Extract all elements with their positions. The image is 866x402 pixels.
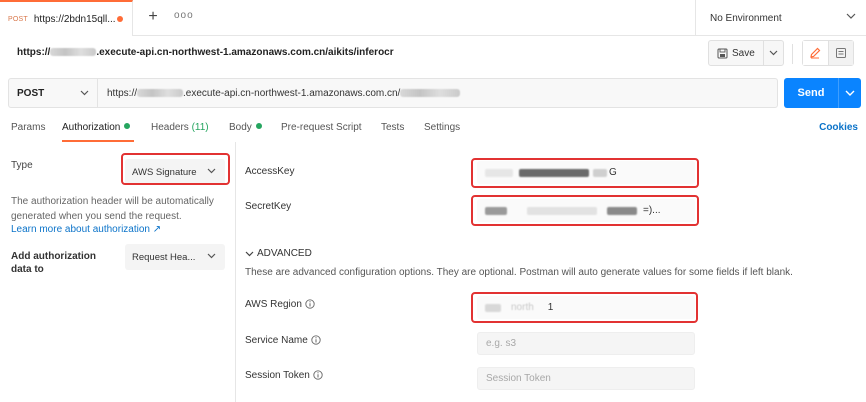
tab-authorization-label: Authorization bbox=[62, 122, 121, 133]
annotation-box-access-key bbox=[471, 158, 699, 188]
service-name-input[interactable]: e.g. s3 bbox=[477, 332, 695, 355]
service-name-label: Service Name bbox=[245, 335, 321, 346]
tab-params[interactable]: Params bbox=[11, 122, 45, 133]
redacted-path bbox=[400, 89, 461, 97]
more-tabs-button[interactable]: ooo bbox=[174, 10, 194, 21]
session-token-placeholder: Session Token bbox=[486, 373, 551, 384]
view-toggle bbox=[802, 40, 854, 66]
title-url-prefix: https:// bbox=[17, 47, 51, 58]
chevron-down-icon bbox=[846, 13, 856, 19]
tab-bar: POST https://2bdn15qll... + ooo No Envir… bbox=[0, 0, 866, 36]
request-title[interactable]: https:// .execute-api.cn-northwest-1.amaz… bbox=[17, 47, 394, 58]
type-label: Type bbox=[11, 160, 33, 171]
info-icon bbox=[305, 299, 315, 309]
save-options-button[interactable] bbox=[764, 50, 783, 56]
tab-url-label: https://2bdn15qll... bbox=[33, 13, 116, 25]
annotation-box-type bbox=[121, 153, 230, 185]
edit-view-button[interactable] bbox=[803, 41, 829, 65]
unsaved-dot-icon bbox=[117, 16, 123, 22]
advanced-description: These are advanced configuration options… bbox=[245, 267, 793, 278]
tab-method-label: POST bbox=[8, 15, 28, 23]
info-icon bbox=[311, 335, 321, 345]
save-button[interactable]: Save bbox=[709, 41, 764, 65]
url-middle: .execute-api.cn-northwest-1.amazonaws.co… bbox=[183, 87, 401, 99]
active-dot-icon bbox=[255, 123, 262, 129]
method-select[interactable]: POST bbox=[9, 79, 98, 107]
tab-headers-label: Headers bbox=[151, 122, 189, 133]
request-tab[interactable]: POST https://2bdn15qll... bbox=[0, 0, 133, 36]
advanced-toggle[interactable]: ADVANCED bbox=[245, 248, 312, 259]
session-token-label: Session Token bbox=[245, 370, 323, 381]
tab-body[interactable]: Body bbox=[229, 122, 262, 133]
tab-body-label: Body bbox=[229, 122, 252, 133]
request-title-row: https:// .execute-api.cn-northwest-1.amaz… bbox=[0, 36, 866, 72]
advanced-label: ADVANCED bbox=[257, 248, 312, 259]
tab-authorization[interactable]: Authorization bbox=[62, 122, 131, 133]
session-token-input[interactable]: Session Token bbox=[477, 367, 695, 390]
save-label: Save bbox=[732, 47, 755, 59]
new-tab-button[interactable]: + bbox=[146, 7, 160, 27]
service-name-text: Service Name bbox=[245, 335, 308, 346]
chevron-down-icon bbox=[245, 251, 254, 256]
save-icon bbox=[717, 48, 728, 58]
tab-prerequest-script[interactable]: Pre-request Script bbox=[281, 122, 362, 133]
document-icon bbox=[835, 48, 846, 58]
info-icon bbox=[313, 370, 323, 380]
redacted-host bbox=[137, 89, 184, 97]
send-button[interactable]: Send bbox=[784, 78, 839, 108]
environment-select[interactable]: No Environment bbox=[695, 0, 866, 36]
documentation-view-button[interactable] bbox=[828, 41, 853, 65]
add-auth-data-value: Request Hea... bbox=[132, 251, 196, 263]
send-options-button[interactable] bbox=[839, 78, 861, 108]
secret-key-label: SecretKey bbox=[245, 201, 292, 212]
headers-count: (11) bbox=[191, 122, 209, 133]
method-label: POST bbox=[17, 87, 45, 99]
access-key-label: AccessKey bbox=[245, 166, 295, 177]
active-dot-icon bbox=[124, 123, 131, 129]
chevron-down-icon bbox=[207, 253, 216, 259]
title-url-suffix: .execute-api.cn-northwest-1.amazonaws.co… bbox=[96, 47, 394, 58]
pencil-icon bbox=[810, 47, 821, 59]
chevron-down-icon bbox=[80, 90, 89, 96]
auth-description: The authorization header will be automat… bbox=[11, 196, 214, 222]
send-button-group: Send bbox=[784, 78, 861, 108]
add-auth-data-label: Add authorization data to bbox=[11, 251, 96, 275]
environment-label: No Environment bbox=[710, 12, 782, 24]
chevron-down-icon bbox=[845, 90, 855, 96]
cookies-link[interactable]: Cookies bbox=[819, 122, 858, 133]
session-token-text: Session Token bbox=[245, 370, 310, 381]
aws-region-text: AWS Region bbox=[245, 299, 302, 310]
tab-headers[interactable]: Headers (11) bbox=[151, 122, 209, 133]
aws-region-label: AWS Region bbox=[245, 299, 315, 310]
url-prefix: https:// bbox=[107, 87, 138, 99]
service-name-placeholder: e.g. s3 bbox=[486, 338, 517, 349]
request-tabs: Params Authorization Headers (11) Body P… bbox=[0, 116, 866, 142]
url-input[interactable]: https:// .execute-api.cn-northwest-1.amaz… bbox=[98, 79, 777, 107]
url-bar: POST https:// .execute-api.cn-northwest-1… bbox=[8, 78, 778, 108]
tab-settings[interactable]: Settings bbox=[424, 122, 460, 133]
chevron-down-icon bbox=[769, 50, 778, 56]
tab-tests[interactable]: Tests bbox=[381, 122, 404, 133]
save-button-group: Save bbox=[708, 40, 784, 66]
divider bbox=[792, 44, 793, 64]
annotation-box-region bbox=[471, 292, 698, 323]
add-auth-data-select[interactable]: Request Hea... bbox=[125, 244, 225, 270]
annotation-box-secret-key bbox=[471, 195, 699, 226]
learn-more-link[interactable]: Learn more about authorization ↗ bbox=[11, 224, 161, 235]
redacted-host bbox=[50, 48, 97, 57]
